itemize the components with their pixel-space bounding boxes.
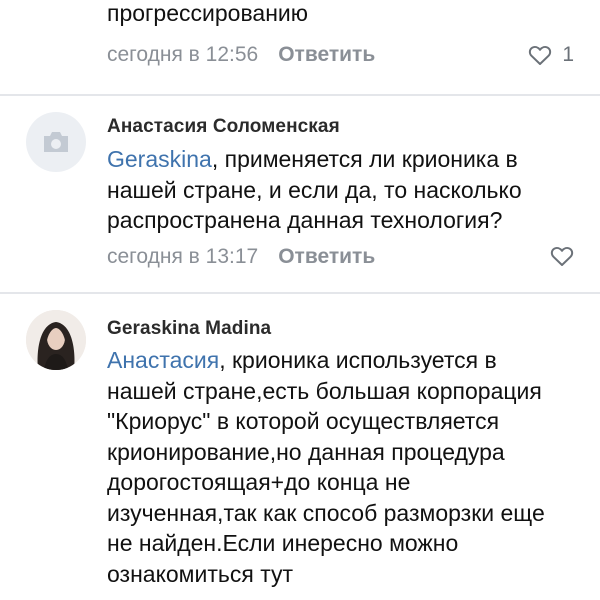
avatar[interactable] [26, 112, 86, 172]
like-button[interactable]: 1 [528, 43, 574, 67]
comment-meta: сегодня в 12:56 Ответить [107, 43, 375, 67]
user-photo [26, 310, 86, 370]
comment-text: Geraskina, применяется ли крионика в наш… [107, 144, 577, 236]
author-name[interactable]: Анастасия Соломенская [107, 116, 340, 138]
comment-text: Анастасия, крионика используется в нашей… [107, 345, 562, 589]
heart-icon [550, 246, 574, 266]
comment-1: прогрессированию сегодня в 12:56 Ответит… [0, 0, 600, 96]
comment-text-body: , крионика используется в нашей стране,е… [107, 347, 545, 587]
camera-icon [44, 132, 68, 152]
mention-link[interactable]: Geraskina [107, 146, 212, 172]
reply-button[interactable]: Ответить [278, 43, 375, 67]
comment-meta: сегодня в 13:17 Ответить [107, 245, 375, 269]
comment-text-tail: прогрессированию [107, 0, 308, 26]
comment-2: Анастасия Соломенская Geraskina, применя… [0, 96, 600, 292]
author-name[interactable]: Geraskina Madina [107, 318, 271, 340]
avatar[interactable] [26, 310, 86, 370]
comment-time: сегодня в 13:17 [107, 245, 259, 268]
comment-3: Geraskina Madina Анастасия, крионика исп… [0, 294, 600, 600]
reply-button[interactable]: Ответить [278, 245, 375, 269]
comment-time: сегодня в 12:56 [107, 43, 259, 66]
comment-text: прогрессированию [107, 0, 577, 29]
like-button[interactable] [550, 245, 574, 267]
like-count: 1 [562, 43, 574, 66]
heart-icon [529, 45, 552, 65]
mention-link[interactable]: Анастасия [107, 347, 219, 373]
